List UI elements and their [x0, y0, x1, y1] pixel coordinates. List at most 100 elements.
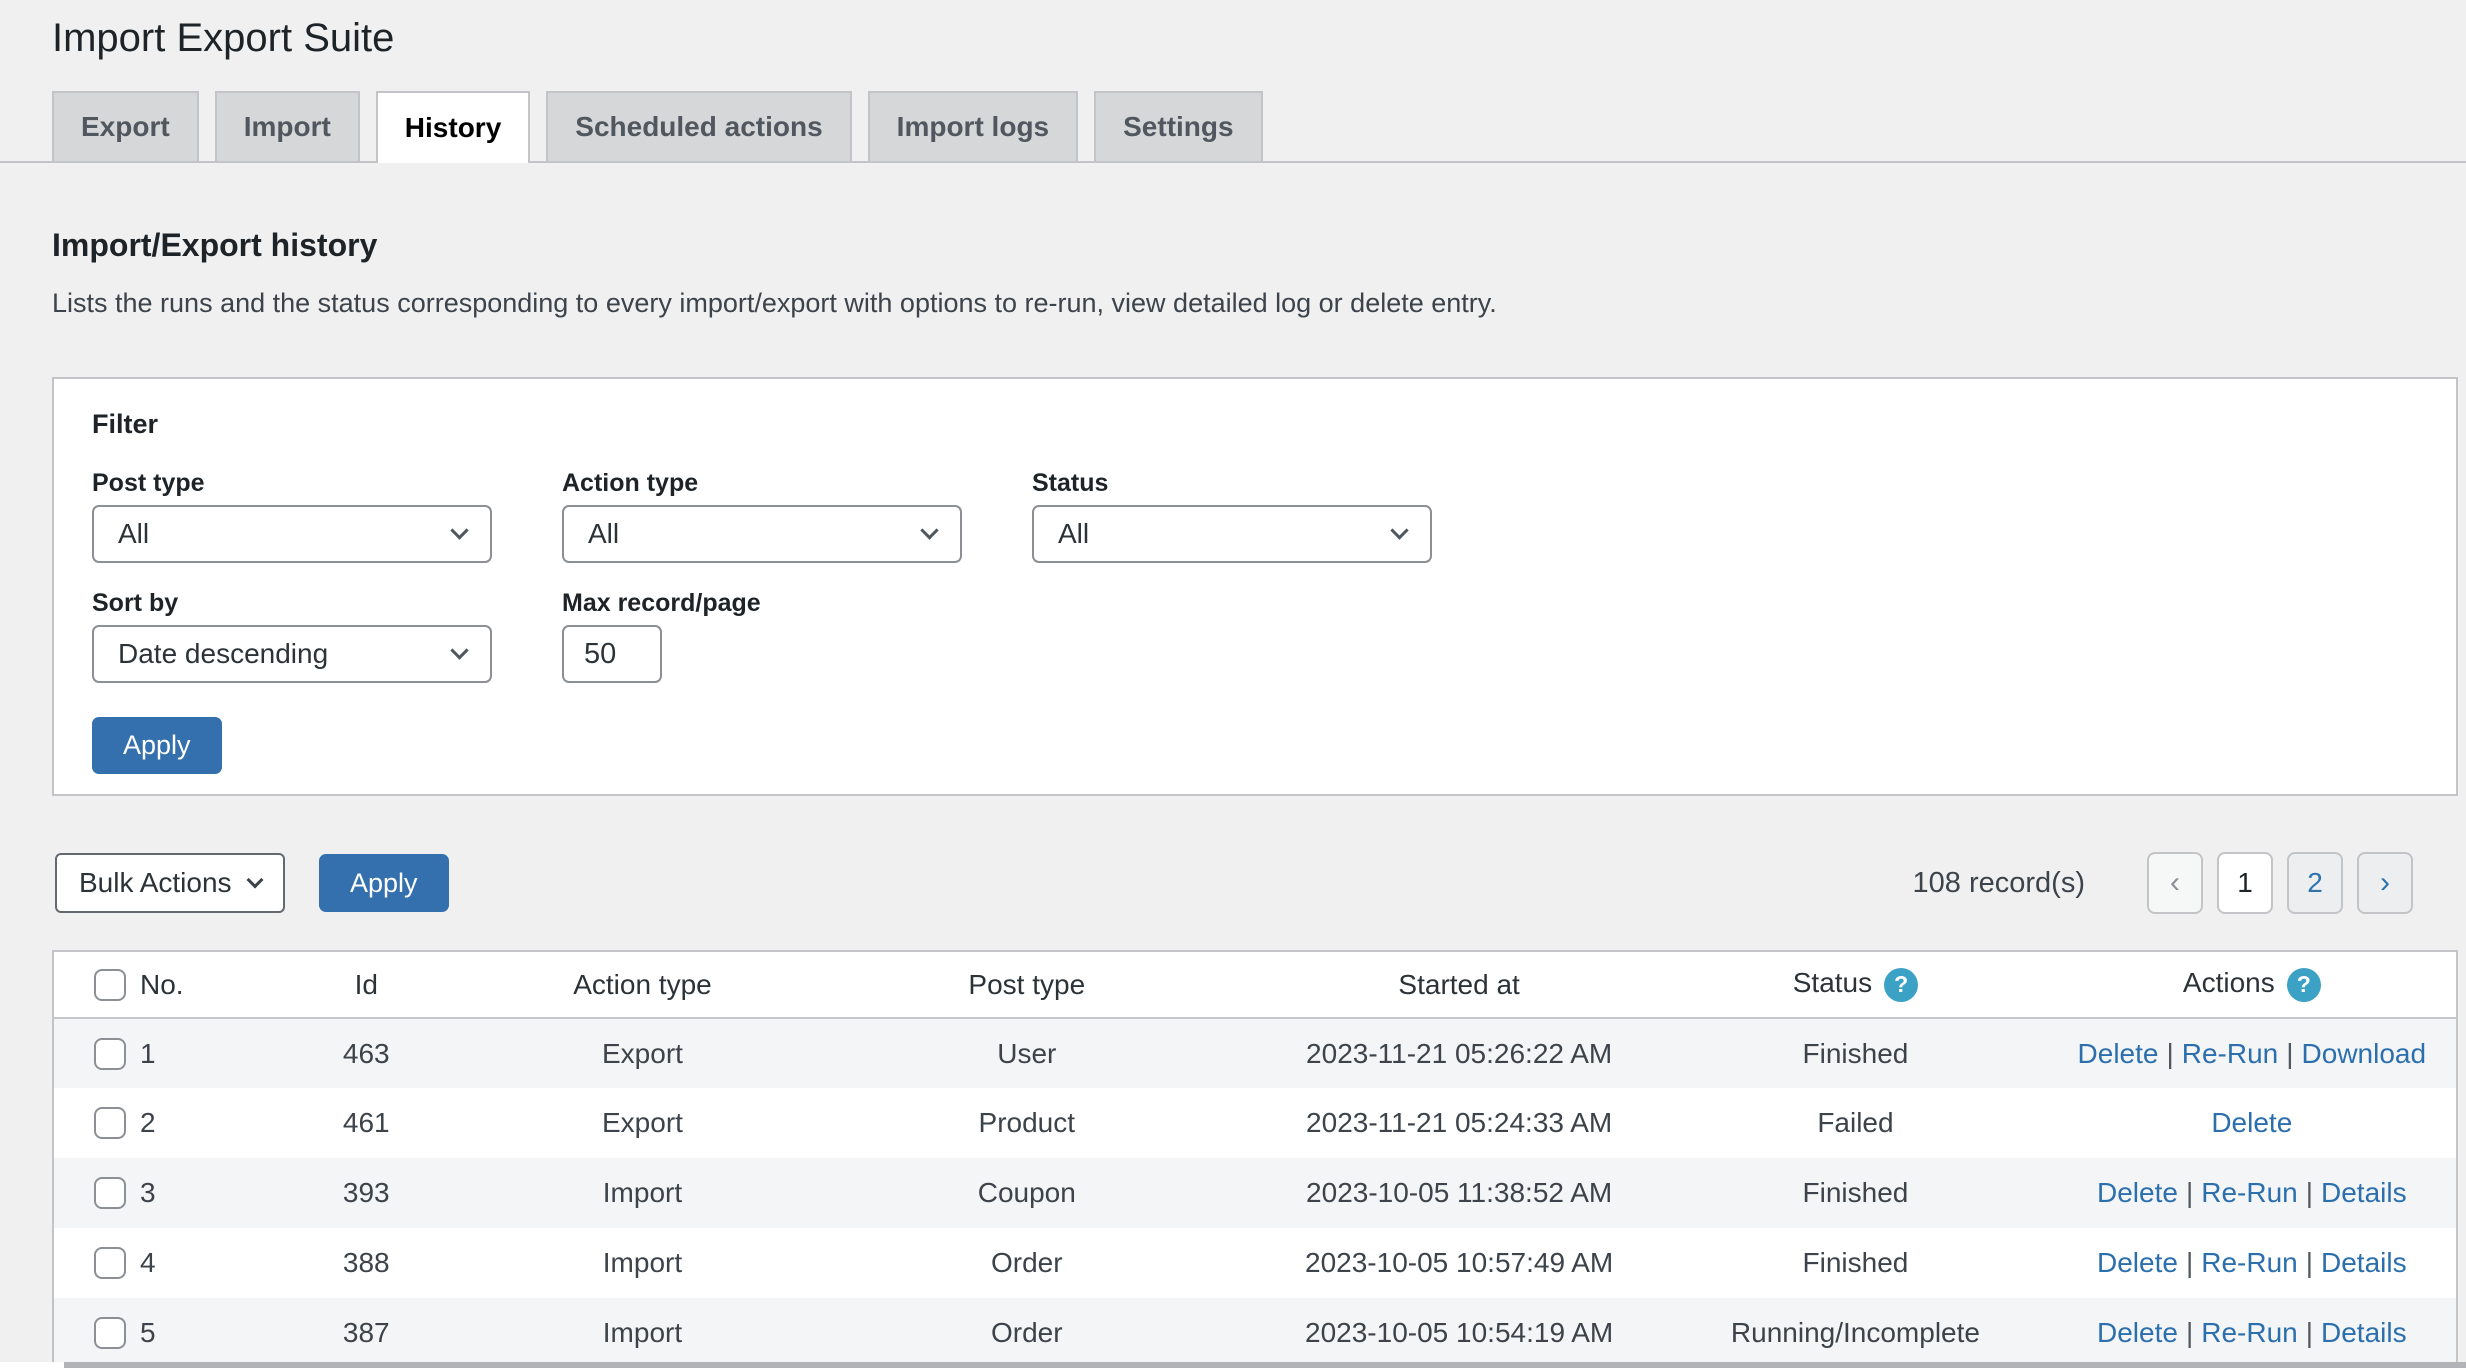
row-post-type: Order — [799, 1298, 1255, 1368]
bulk-actions-select[interactable]: Bulk Actions — [55, 853, 285, 913]
max-record-field: Max record/page — [562, 589, 761, 683]
max-record-input[interactable] — [562, 625, 662, 683]
table-row: 3 393ImportCoupon2023-10-05 11:38:52 AMFi… — [54, 1158, 2456, 1228]
column-header-id: Id — [246, 952, 486, 1018]
row-number: 3 — [140, 1177, 156, 1209]
column-header-action-type: Action type — [486, 952, 798, 1018]
column-header-status: Status? — [1663, 952, 2047, 1018]
action-link-delete[interactable]: Delete — [2078, 1038, 2159, 1069]
row-checkbox[interactable] — [94, 1247, 126, 1279]
chevron-down-icon — [450, 521, 468, 539]
row-post-type: Coupon — [799, 1158, 1255, 1228]
tab-settings[interactable]: Settings — [1094, 91, 1262, 163]
column-header-no: No. — [140, 969, 184, 1001]
record-count: 108 record(s) — [1913, 867, 2085, 900]
row-checkbox[interactable] — [94, 1107, 126, 1139]
action-type-selected-value: All — [588, 518, 619, 550]
action-link-download[interactable]: Download — [2302, 1038, 2427, 1069]
row-checkbox[interactable] — [94, 1038, 126, 1070]
table-header-row: No. Id Action type Post type Started at … — [54, 952, 2456, 1018]
action-link-re-run[interactable]: Re-Run — [2201, 1247, 2297, 1278]
action-link-details[interactable]: Details — [2321, 1317, 2407, 1348]
column-header-post-type: Post type — [799, 952, 1255, 1018]
action-link-delete[interactable]: Delete — [2211, 1107, 2292, 1138]
pagination-page-1[interactable]: 1 — [2217, 852, 2273, 914]
row-started-at: 2023-10-05 11:38:52 AM — [1255, 1158, 1663, 1228]
chevron-down-icon — [1390, 521, 1408, 539]
status-select[interactable]: All — [1032, 505, 1432, 563]
pagination-next-button[interactable]: › — [2357, 852, 2413, 914]
row-post-type: User — [799, 1018, 1255, 1088]
row-status: Finished — [1663, 1158, 2047, 1228]
action-separator: | — [2178, 1247, 2201, 1278]
row-status: Finished — [1663, 1228, 2047, 1298]
sort-by-select[interactable]: Date descending — [92, 625, 492, 683]
chevron-down-icon — [920, 521, 938, 539]
sort-by-selected-value: Date descending — [118, 638, 328, 670]
history-table: No. Id Action type Post type Started at … — [54, 952, 2456, 1368]
scrollbar[interactable] — [64, 1362, 2466, 1368]
tab-import[interactable]: Import — [215, 91, 360, 163]
action-link-delete[interactable]: Delete — [2097, 1317, 2178, 1348]
row-number: 5 — [140, 1317, 156, 1349]
row-action-type: Export — [486, 1018, 798, 1088]
action-link-details[interactable]: Details — [2321, 1247, 2407, 1278]
post-type-field: Post type All — [92, 469, 492, 563]
row-started-at: 2023-10-05 10:54:19 AM — [1255, 1298, 1663, 1368]
chevron-down-icon — [247, 871, 264, 888]
action-link-re-run[interactable]: Re-Run — [2201, 1177, 2297, 1208]
row-id: 393 — [246, 1158, 486, 1228]
actions-help-icon[interactable]: ? — [2287, 968, 2321, 1002]
history-table-container: No. Id Action type Post type Started at … — [52, 950, 2458, 1368]
action-link-delete[interactable]: Delete — [2097, 1247, 2178, 1278]
action-type-field: Action type All — [562, 469, 962, 563]
tab-history[interactable]: History — [376, 91, 530, 163]
action-link-re-run[interactable]: Re-Run — [2201, 1317, 2297, 1348]
page-title: Import Export Suite — [0, 0, 2466, 61]
column-header-started-at: Started at — [1255, 952, 1663, 1018]
row-checkbox[interactable] — [94, 1177, 126, 1209]
row-action-type: Import — [486, 1298, 798, 1368]
action-separator: | — [2278, 1038, 2301, 1069]
row-action-type: Import — [486, 1228, 798, 1298]
filter-apply-button[interactable]: Apply — [92, 717, 222, 774]
row-checkbox[interactable] — [94, 1317, 126, 1349]
pagination-prev-button[interactable]: ‹ — [2147, 852, 2203, 914]
post-type-select[interactable]: All — [92, 505, 492, 563]
row-id: 463 — [246, 1018, 486, 1088]
action-type-label: Action type — [562, 469, 962, 497]
max-record-label: Max record/page — [562, 589, 761, 617]
action-separator: | — [2298, 1177, 2321, 1208]
pagination-page-2[interactable]: 2 — [2287, 852, 2343, 914]
row-number: 2 — [140, 1107, 156, 1139]
tab-export[interactable]: Export — [52, 91, 199, 163]
select-all-checkbox[interactable] — [94, 969, 126, 1001]
row-id: 461 — [246, 1088, 486, 1158]
action-type-select[interactable]: All — [562, 505, 962, 563]
column-header-actions: Actions? — [2048, 952, 2456, 1018]
bulk-apply-button[interactable]: Apply — [319, 854, 449, 912]
row-number: 4 — [140, 1247, 156, 1279]
bulk-actions-label: Bulk Actions — [79, 867, 232, 899]
action-link-re-run[interactable]: Re-Run — [2182, 1038, 2278, 1069]
status-field: Status All — [1032, 469, 1432, 563]
tab-scheduled-actions[interactable]: Scheduled actions — [546, 91, 851, 163]
tab-import-logs[interactable]: Import logs — [868, 91, 1078, 163]
status-help-icon[interactable]: ? — [1884, 968, 1918, 1002]
section-description: Lists the runs and the status correspond… — [52, 288, 2414, 319]
row-post-type: Order — [799, 1228, 1255, 1298]
row-status: Finished — [1663, 1018, 2047, 1088]
row-started-at: 2023-10-05 10:57:49 AM — [1255, 1228, 1663, 1298]
filter-title: Filter — [92, 409, 2418, 439]
row-actions: Delete|Re-Run|Details — [2048, 1158, 2456, 1228]
tab-bar: ExportImportHistoryScheduled actionsImpo… — [0, 91, 2466, 163]
row-action-type: Import — [486, 1158, 798, 1228]
action-separator: | — [2178, 1177, 2201, 1208]
section-heading: Import/Export history — [52, 227, 2466, 264]
action-separator: | — [2178, 1317, 2201, 1348]
action-link-delete[interactable]: Delete — [2097, 1177, 2178, 1208]
action-link-details[interactable]: Details — [2321, 1177, 2407, 1208]
row-started-at: 2023-11-21 05:24:33 AM — [1255, 1088, 1663, 1158]
row-status: Failed — [1663, 1088, 2047, 1158]
action-separator: | — [2158, 1038, 2181, 1069]
